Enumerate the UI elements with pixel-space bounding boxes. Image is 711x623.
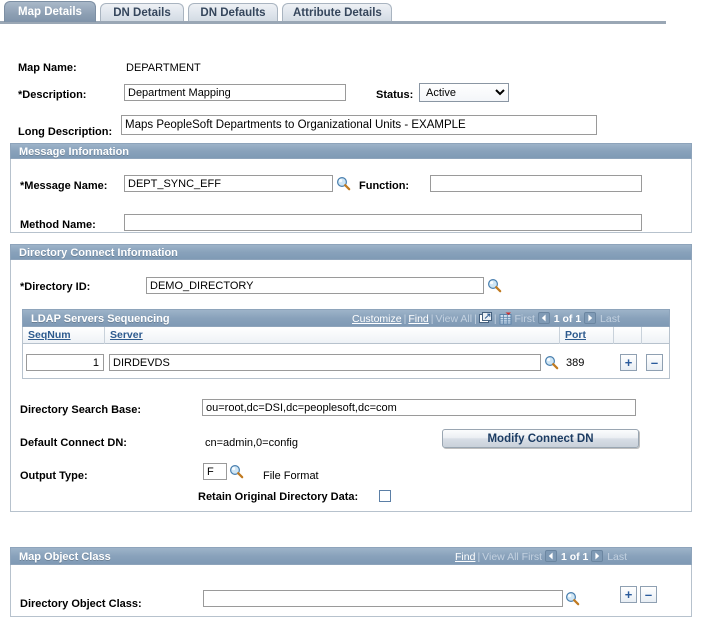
ldap-column-server[interactable]: Server [110, 327, 143, 344]
column-divider-4 [641, 327, 642, 344]
function-input[interactable] [430, 175, 642, 192]
status-select[interactable]: Active Inactive [419, 83, 509, 102]
moc-count: 1 of 1 [560, 551, 589, 563]
map-name-value: DEPARTMENT [126, 62, 201, 74]
column-divider-2 [559, 327, 560, 344]
tab-attribute-details[interactable]: Attribute Details [282, 3, 392, 21]
ldap-grid-title: LDAP Servers Sequencing [31, 313, 170, 325]
search-base-label: Directory Search Base: [20, 404, 142, 416]
column-divider-1 [104, 327, 105, 344]
moc-first-label[interactable]: First [522, 551, 542, 563]
output-type-input[interactable] [203, 463, 227, 480]
directory-id-lookup-icon[interactable] [487, 278, 502, 293]
nav-sep-3: | [474, 313, 477, 325]
directory-object-class-label: Directory Object Class: [20, 598, 142, 610]
ldap-port-value: 389 [566, 357, 585, 369]
tab-map-details-label: Map Details [18, 6, 82, 18]
message-information-title: Message Information [19, 146, 130, 158]
moc-view-all-link[interactable]: View All [482, 551, 519, 563]
ldap-grid-nav: Customize | Find | View All | | First 1 of 1 L… [352, 310, 620, 328]
search-base-input[interactable] [202, 399, 636, 416]
message-name-input[interactable] [124, 175, 333, 192]
map-object-class-title: Map Object Class [19, 551, 111, 563]
nav-sep-2: | [430, 313, 434, 325]
ldap-grid-last-label[interactable]: Last [600, 313, 620, 325]
description-label: *Description: [18, 89, 87, 101]
tab-dn-details[interactable]: DN Details [100, 3, 184, 21]
expand-grid-icon[interactable] [478, 312, 492, 325]
ldap-grid-first-label[interactable]: First [514, 313, 534, 325]
ldap-grid-view-all-link[interactable]: View All [436, 313, 473, 325]
directory-id-input[interactable] [146, 277, 484, 294]
moc-find-link[interactable]: Find [455, 551, 475, 563]
moc-previous-page-icon[interactable] [545, 550, 558, 563]
moc-add-row-button[interactable]: + [620, 586, 637, 603]
directory-id-label: *Directory ID: [20, 281, 91, 293]
previous-page-icon[interactable] [537, 312, 551, 325]
column-divider-3 [613, 327, 614, 344]
tab-dn-defaults-label: DN Defaults [200, 7, 266, 19]
message-name-lookup-icon[interactable] [336, 176, 351, 191]
download-grid-icon[interactable] [499, 312, 512, 325]
directory-object-class-input[interactable] [203, 590, 563, 607]
ldap-column-port[interactable]: Port [565, 327, 586, 344]
connect-dn-label: Default Connect DN: [20, 437, 127, 449]
modify-connect-dn-button[interactable]: Modify Connect DN [442, 429, 639, 448]
moc-last-label[interactable]: Last [607, 551, 627, 563]
ldap-seqnum-input[interactable] [26, 354, 104, 371]
tab-attribute-details-label: Attribute Details [293, 7, 382, 19]
tab-strip: Map Details DN Details DN Defaults Attri… [0, 0, 711, 24]
ldap-remove-row-button[interactable]: – [646, 354, 663, 371]
output-type-label: Output Type: [20, 470, 88, 482]
tab-dn-details-label: DN Details [113, 7, 171, 19]
message-name-label: *Message Name: [20, 180, 108, 192]
directory-connect-header: Directory Connect Information [10, 244, 692, 260]
status-label: Status: [376, 89, 414, 101]
ldap-grid-count: 1 of 1 [553, 313, 582, 325]
moc-remove-row-button[interactable]: – [640, 586, 657, 603]
next-page-icon[interactable] [584, 312, 597, 325]
ldap-grid-find-link[interactable]: Find [408, 313, 428, 325]
retain-original-checkbox[interactable] [379, 490, 391, 502]
connect-dn-value: cn=admin,0=config [205, 437, 298, 449]
moc-next-page-icon[interactable] [591, 550, 604, 563]
long-description-label: Long Description: [18, 126, 113, 138]
function-label: Function: [359, 180, 410, 192]
method-name-input[interactable] [124, 214, 642, 231]
method-name-label: Method Name: [20, 219, 96, 231]
output-type-description: File Format [263, 470, 319, 482]
long-description-input[interactable] [121, 115, 597, 135]
output-type-lookup-icon[interactable] [229, 464, 244, 479]
directory-object-class-lookup-icon[interactable] [565, 591, 580, 606]
message-information-header: Message Information [10, 143, 692, 159]
map-name-label: Map Name: [18, 62, 77, 74]
ldap-add-row-button[interactable]: + [620, 354, 637, 371]
directory-connect-title: Directory Connect Information [19, 247, 178, 259]
tab-map-details[interactable]: Map Details [4, 1, 96, 22]
tab-dn-defaults[interactable]: DN Defaults [188, 3, 278, 21]
ldap-server-lookup-icon[interactable] [544, 355, 559, 370]
retain-original-label: Retain Original Directory Data: [198, 491, 359, 503]
map-object-class-nav: Find | View All First 1 of 1 Last [455, 548, 627, 566]
ldap-server-input[interactable] [109, 354, 541, 371]
nav-sep-4: | [493, 313, 497, 325]
ldap-column-seqnum[interactable]: SeqNum [28, 327, 71, 344]
description-input[interactable] [124, 84, 346, 101]
ldap-grid-customize-link[interactable]: Customize [352, 313, 402, 325]
